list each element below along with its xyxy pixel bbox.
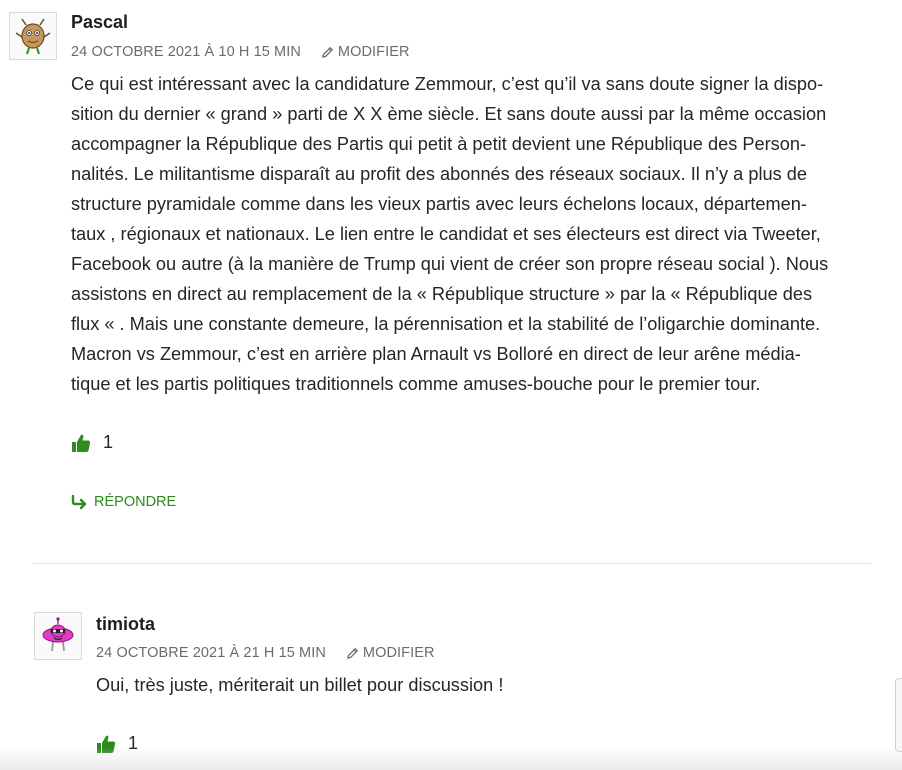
pencil-icon: [322, 46, 334, 58]
comment-line: Macron vs Zemmour, c’est en arrière plan…: [71, 344, 801, 364]
comment-line: Facebook ou autre (à la manière de Trump…: [71, 254, 829, 274]
comment-body: Oui, très juste, mériterait un billet po…: [96, 670, 876, 700]
comment-author: Pascal: [71, 12, 129, 32]
comment-body: Ce qui est intéressant avec la candidatu…: [71, 69, 891, 399]
comment-line: accompagner la République des Partis qui…: [71, 134, 807, 154]
comment-divider: [33, 563, 871, 564]
monster-avatar-icon: [15, 18, 51, 55]
thumbs-up-icon[interactable]: [71, 433, 91, 453]
comment-date[interactable]: 24 OCTOBRE 2021 À 10 H 15 MIN: [71, 44, 301, 60]
comment-line: nalités. Le militantisme disparaît au pr…: [71, 164, 807, 184]
comment-date[interactable]: 24 OCTOBRE 2021 À 21 H 15 MIN: [96, 645, 326, 661]
pencil-icon: [347, 647, 359, 659]
side-tab[interactable]: [895, 678, 902, 752]
comment-line: sition du dernier « grand » parti de X X…: [71, 104, 827, 124]
comment-line: flux « . Mais une constante demeure, la …: [71, 314, 821, 334]
like-count: 1: [103, 432, 114, 452]
comment-line: taux , régionaux et nationaux. Le lien e…: [71, 224, 821, 244]
avatar[interactable]: [34, 612, 82, 660]
monster-avatar-icon: [42, 617, 74, 652]
bottom-shadow: [0, 748, 902, 770]
comment-line: tique et les partis politiques tradition…: [71, 374, 761, 394]
comment-meta: 24 OCTOBRE 2021 À 10 H 15 MIN MODIFIER: [71, 44, 410, 60]
comment-line: Oui, très juste, mériterait un billet po…: [96, 675, 504, 695]
edit-label: MODIFIER: [337, 44, 410, 60]
edit-button[interactable]: MODIFIER: [346, 645, 435, 661]
avatar[interactable]: [9, 12, 57, 60]
reply-arrow-icon: [71, 495, 87, 509]
like-widget: 1: [71, 432, 113, 453]
reply-label: RÉPONDRE: [94, 494, 177, 510]
comment-line: structure pyramidale comme dans les vieu…: [71, 194, 807, 214]
reply-button[interactable]: RÉPONDRE: [71, 494, 176, 510]
comment-author: timiota: [96, 614, 156, 634]
edit-label: MODIFIER: [362, 645, 435, 661]
comment-line: assistons en direct au remplacement de l…: [71, 284, 813, 304]
edit-button[interactable]: MODIFIER: [321, 44, 410, 60]
comment-meta: 24 OCTOBRE 2021 À 21 H 15 MIN MODIFIER: [96, 645, 435, 661]
comment-line: Ce qui est intéressant avec la candidatu…: [71, 74, 824, 94]
